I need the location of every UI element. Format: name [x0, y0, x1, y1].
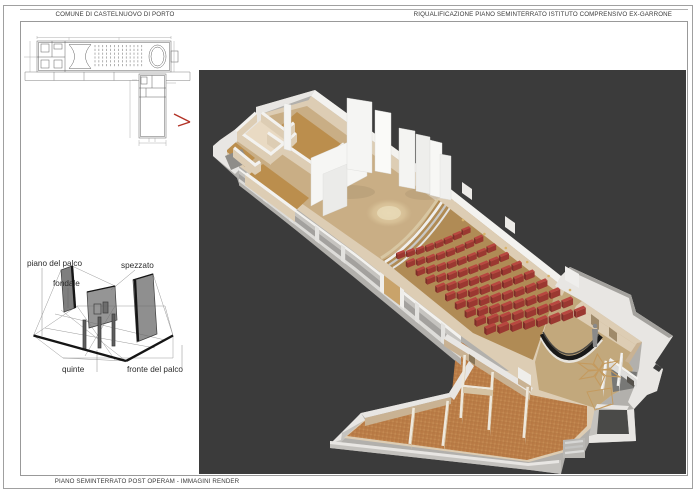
plan-orientation-arrow: [174, 114, 190, 126]
drawing-sheet: { "header": { "left": "COMUNE DI CASTELN…: [0, 0, 696, 491]
render-image: [199, 70, 686, 474]
sheet-caption: PIANO SEMINTERRATO POST OPERAM - IMMAGIN…: [22, 478, 272, 485]
title-project: RIQUALIFICAZIONE PIANO SEMINTERRATO ISTI…: [414, 11, 672, 18]
label-fronte-del-palco: fronte del palco: [127, 365, 183, 374]
label-fondale: fondale: [53, 279, 80, 288]
stage-scheme-sketch: piano del palco spezzato fondale quinte …: [15, 250, 205, 390]
floor-plan-drawing: [24, 36, 206, 148]
label-piano-del-palco: piano del palco: [27, 259, 83, 268]
plan-seat-rows: [95, 45, 142, 66]
label-spezzato: spezzato: [121, 261, 154, 270]
label-quinte: quinte: [62, 365, 85, 374]
title-municipality: COMUNE DI CASTELNUOVO DI PORTO: [50, 11, 180, 18]
header-top-rule: [20, 9, 688, 10]
